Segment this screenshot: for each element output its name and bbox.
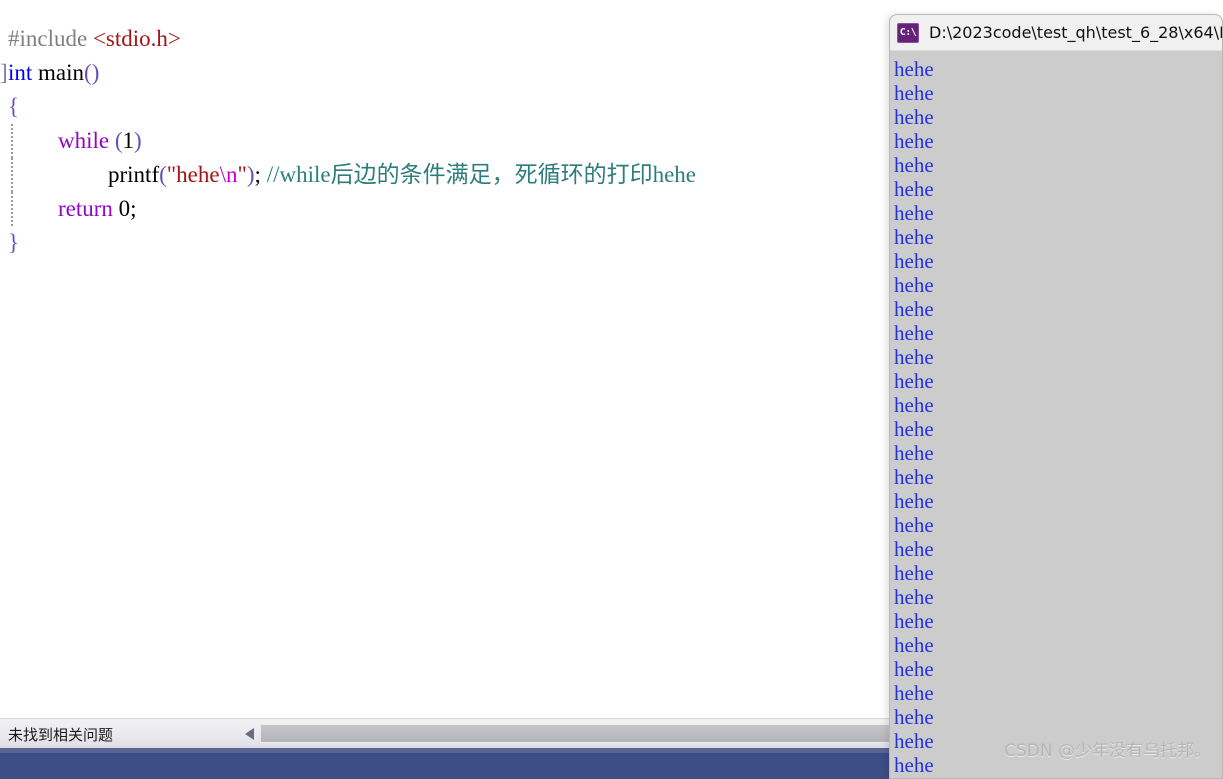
code-token: } (8, 230, 20, 255)
console-output-line: hehe (894, 729, 934, 753)
console-output-line: hehe (894, 417, 934, 441)
console-output-line: hehe (894, 705, 934, 729)
console-output-line: hehe (894, 633, 934, 657)
console-output-line: hehe (894, 561, 934, 585)
code-token: ) (134, 128, 142, 153)
console-output-line: hehe (894, 153, 934, 177)
console-output-line: hehe (894, 585, 934, 609)
code-token: { (8, 94, 20, 119)
console-output-line: hehe (894, 369, 934, 393)
indent-guide (11, 124, 13, 158)
code-line-text: while (1) (58, 128, 142, 153)
status-message: 未找到相关问题 (8, 726, 114, 744)
code-line-text: int main() (8, 60, 99, 85)
console-output-line: hehe (894, 657, 934, 681)
code-token: 1 (122, 128, 135, 153)
code-token: while (58, 128, 110, 153)
code-token: ( (159, 162, 167, 187)
console-output-line: hehe (894, 441, 934, 465)
code-line-text: printf("hehe\n"); //while后边的条件满足，死循环的打印h… (108, 162, 696, 187)
console-output-line: hehe (894, 201, 934, 225)
code-token: int (8, 60, 33, 85)
indent-guide (11, 192, 13, 226)
console-title-bar[interactable]: C:\ D:\2023code\test_qh\test_6_28\x64\D (890, 15, 1222, 51)
screen-root: #include <stdio.h>] int main(){while (1) p… (0, 0, 1223, 779)
console-window-title: D:\2023code\test_qh\test_6_28\x64\D (929, 23, 1222, 42)
code-token: //while后边的条件满足，死循环的打印hehe (266, 162, 696, 187)
code-token: main (38, 60, 85, 85)
code-token: () (84, 60, 100, 85)
console-output-line: hehe (894, 681, 934, 705)
code-token: "hehe (166, 162, 220, 187)
console-output-line: hehe (894, 249, 934, 273)
console-output-line: hehe (894, 225, 934, 249)
code-token: ( (114, 128, 123, 153)
console-output-line: hehe (894, 393, 934, 417)
console-output-line: hehe (894, 465, 934, 489)
code-fold-marker-icon[interactable]: ] (0, 56, 8, 90)
console-output-line: hehe (894, 345, 934, 369)
console-output-line: hehe (894, 537, 934, 561)
console-output-line: hehe (894, 753, 934, 777)
cmd-console-icon: C:\ (897, 22, 919, 43)
code-token: #include (8, 26, 88, 51)
code-token: printf (108, 162, 160, 187)
code-token: 0 (118, 196, 131, 221)
code-token: <stdio.h> (92, 26, 181, 51)
console-output-line: hehe (894, 297, 934, 321)
code-line-text: } (8, 230, 19, 255)
console-output-line: hehe (894, 81, 934, 105)
console-output-line: hehe (894, 489, 934, 513)
code-token: ; (254, 162, 267, 187)
code-token: " (237, 162, 247, 187)
console-window[interactable]: C:\ D:\2023code\test_qh\test_6_28\x64\D … (889, 14, 1223, 779)
console-output-line: hehe (894, 513, 934, 537)
indent-guide (11, 158, 13, 192)
code-line-text: #include <stdio.h> (8, 26, 181, 51)
console-output-area[interactable]: hehe hehe hehe hehe hehe hehe hehe hehe hehe hehe… (890, 51, 1222, 778)
code-token: ) (246, 162, 255, 187)
console-output-line: hehe (894, 105, 934, 129)
code-token: ; (130, 196, 137, 221)
scroll-left-arrow-icon[interactable] (245, 728, 254, 740)
console-output-line: hehe (894, 177, 934, 201)
code-token: \n (219, 162, 238, 187)
console-output-line: hehe (894, 609, 934, 633)
console-output-line: hehe (894, 273, 934, 297)
code-line-text: { (8, 94, 19, 119)
console-output-line: hehe (894, 57, 934, 81)
code-line-text: return 0; (58, 196, 137, 221)
console-output-line: hehe (894, 129, 934, 153)
code-token: return (58, 196, 113, 221)
console-output-line: hehe (894, 321, 934, 345)
